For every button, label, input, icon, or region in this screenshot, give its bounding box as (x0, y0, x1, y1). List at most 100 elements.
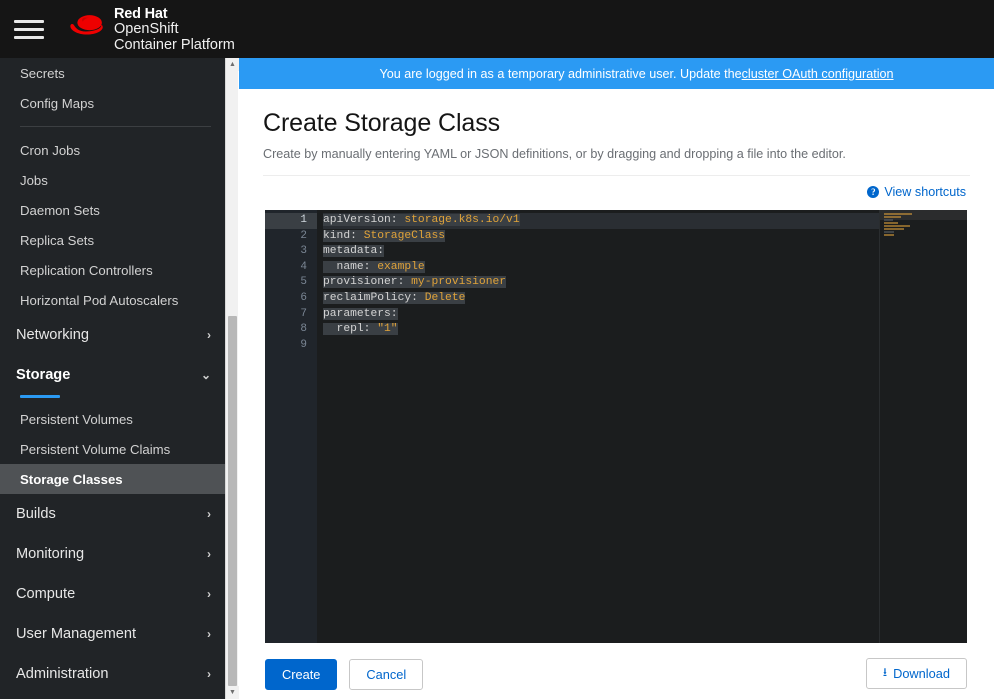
view-shortcuts-button[interactable]: ? View shortcuts (867, 185, 966, 199)
scroll-down-arrow-icon[interactable]: ▼ (226, 686, 239, 699)
sidebar-item-label: Persistent Volume Claims (20, 441, 171, 457)
scroll-up-arrow-icon[interactable]: ▲ (226, 58, 239, 71)
hamburger-bar (14, 35, 44, 39)
brand-text: Red Hat OpenShift Container Platform (114, 5, 235, 54)
sidebar-section-label: Builds (16, 506, 56, 522)
chevron-right-icon: › (207, 667, 211, 681)
sidebar-item-label: Daemon Sets (20, 202, 100, 218)
action-bar: Create Cancel ⭳ Download (265, 658, 967, 690)
sidebar-item-replication-controllers[interactable]: Replication Controllers (0, 255, 225, 285)
chevron-right-icon: › (207, 627, 211, 641)
minimap-line (884, 222, 899, 224)
main-content: You are logged in as a temporary adminis… (239, 58, 994, 699)
minimap-line (884, 213, 912, 215)
primary-navigation: Secrets Config Maps Cron Jobs Jobs Daemo… (0, 58, 225, 699)
editor-line-number: 4 (300, 260, 307, 273)
editor-code-line: name: example (323, 260, 425, 273)
sidebar-section-label: Compute (16, 586, 76, 602)
download-label: Download (893, 666, 950, 681)
sidebar-scrollbar[interactable]: ▲ ▼ (225, 58, 239, 699)
editor-line-number: 6 (300, 291, 307, 304)
red-hat-fedora-logo (70, 14, 103, 35)
sidebar-item-label: Replica Sets (20, 232, 95, 248)
admin-notice-banner: You are logged in as a temporary adminis… (239, 58, 994, 89)
minimap-line (884, 216, 902, 218)
editor-line-number: 5 (300, 276, 307, 289)
chevron-right-icon: › (207, 587, 211, 601)
sidebar-section-administration[interactable]: Administration › (0, 654, 225, 694)
view-shortcuts-label: View shortcuts (884, 185, 966, 199)
sidebar-item-label: Persistent Volumes (20, 411, 133, 427)
cluster-oauth-configuration-link[interactable]: cluster OAuth configuration (742, 67, 894, 81)
editor-code-line: provisioner: my-provisioner (323, 276, 507, 289)
active-section-indicator (20, 395, 60, 398)
minimap-line (884, 231, 895, 233)
brand-logo[interactable]: Red Hat OpenShift Container Platform (66, 5, 235, 54)
brand-openshift: OpenShift (114, 21, 179, 38)
sidebar-item-label: Jobs (20, 172, 48, 188)
sidebar-section-label: User Management (16, 626, 137, 642)
sidebar-item-jobs[interactable]: Jobs (0, 165, 225, 195)
sidebar-section-storage[interactable]: Storage ⌄ (0, 355, 225, 395)
chevron-right-icon: › (207, 507, 211, 521)
sidebar-item-storage-classes[interactable]: Storage Classes (0, 464, 225, 494)
sidebar-section-label: Monitoring (16, 546, 85, 562)
help-circle-icon: ? (867, 186, 880, 198)
sidebar-item-daemon-sets[interactable]: Daemon Sets (0, 195, 225, 225)
editor-code-area[interactable]: apiVersion: storage.k8s.io/v1 kind: Stora… (317, 210, 879, 643)
sidebar-item-label: Cron Jobs (20, 142, 81, 158)
sidebar-section-networking[interactable]: Networking › (0, 315, 225, 355)
sidebar-item-persistent-volumes[interactable]: Persistent Volumes (0, 404, 225, 434)
create-button[interactable]: Create (265, 658, 338, 690)
minimap-line (884, 228, 904, 230)
yaml-editor[interactable]: 12 3 4 5 6 7 8 9 apiVersion: storage.k8s.io/v1 k… (265, 210, 967, 643)
editor-code-line: parameters: (323, 307, 398, 320)
editor-line-number: 7 (300, 307, 307, 320)
editor-code-line: reclaimPolicy: Delete (323, 291, 466, 304)
sidebar-item-label: Horizontal Pod Autoscalers (20, 292, 179, 308)
sidebar-item-secrets[interactable]: Secrets (0, 58, 225, 88)
hamburger-bar (14, 27, 44, 31)
editor-line-number: 9 (300, 338, 307, 351)
editor-line-number: 8 (300, 323, 307, 336)
download-button[interactable]: ⭳ Download (865, 658, 967, 689)
minimap-line (884, 234, 895, 236)
minimap-code-preview (884, 213, 930, 240)
sidebar-item-persistent-volume-claims[interactable]: Persistent Volume Claims (0, 434, 225, 464)
page-subtitle: Create by manually entering YAML or JSON… (263, 147, 846, 161)
sidebar-item-replica-sets[interactable]: Replica Sets (0, 225, 225, 255)
brand-container-platform: Container Platform (114, 36, 235, 53)
sidebar-item-label: Storage Classes (20, 471, 123, 487)
download-icon: ⭳ (882, 665, 888, 679)
sidebar-scrollbar-thumb[interactable] (228, 316, 237, 686)
editor-line-number: 1 (265, 213, 317, 229)
sidebar-section-builds[interactable]: Builds › (0, 494, 225, 534)
masthead: Red Hat OpenShift Container Platform (0, 0, 994, 58)
sidebar-section-monitoring[interactable]: Monitoring › (0, 534, 225, 574)
editor-minimap[interactable] (879, 210, 967, 643)
editor-code-line: metadata: (323, 245, 385, 258)
sidebar-section-compute[interactable]: Compute › (0, 574, 225, 614)
sidebar-section-label: Administration (16, 666, 109, 682)
sidebar-section-user-management[interactable]: User Management › (0, 614, 225, 654)
sidebar-section-label: Networking (16, 327, 89, 343)
sidebar-divider (20, 126, 211, 127)
sidebar-item-horizontal-pod-autoscalers[interactable]: Horizontal Pod Autoscalers (0, 285, 225, 315)
editor-code-line: kind: StorageClass (323, 229, 446, 242)
brand-redhat: Red Hat (114, 5, 168, 22)
sidebar-section-label: Storage (16, 367, 71, 383)
hamburger-bar (14, 19, 44, 23)
hamburger-menu-icon[interactable] (14, 19, 60, 39)
editor-line-number: 3 (300, 245, 307, 258)
chevron-down-icon: ⌄ (200, 368, 211, 382)
sidebar-item-cron-jobs[interactable]: Cron Jobs (0, 135, 225, 165)
page-header: Create Storage Class Create by manually … (239, 89, 994, 176)
sidebar-item-label: Secrets (20, 65, 65, 81)
cancel-button[interactable]: Cancel (349, 658, 424, 690)
shortcuts-row: ? View shortcuts (239, 176, 994, 205)
page-title: Create Storage Class (263, 109, 501, 137)
sidebar-item-label: Replication Controllers (20, 262, 153, 278)
editor-line-number-gutter: 12 3 4 5 6 7 8 9 (265, 210, 317, 643)
minimap-line (884, 225, 910, 227)
sidebar-item-config-maps[interactable]: Config Maps (0, 88, 225, 118)
